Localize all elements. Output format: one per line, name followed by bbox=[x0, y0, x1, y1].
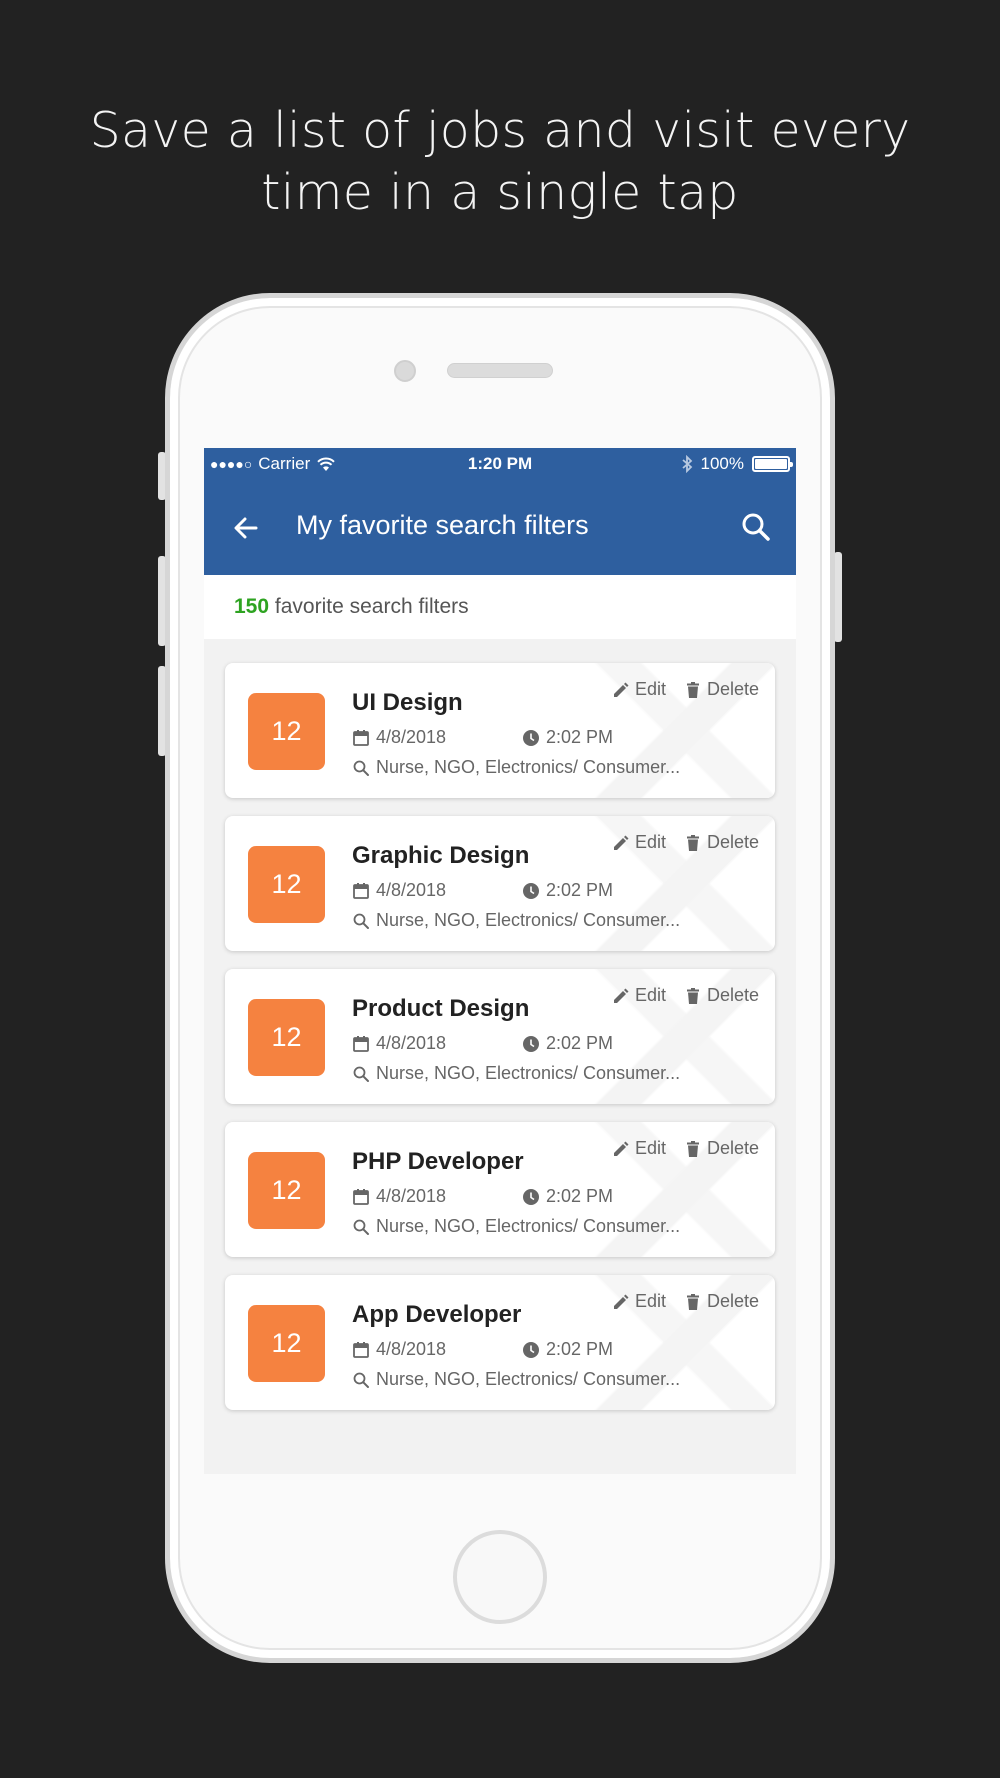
favorites-count: 150 bbox=[234, 595, 270, 618]
pencil-icon bbox=[613, 835, 629, 850]
edit-label: Edit bbox=[634, 679, 666, 699]
promo-headline-line-2: time in a single tap bbox=[261, 164, 739, 221]
search-icon bbox=[353, 1066, 369, 1082]
page-title: My favorite search filters bbox=[296, 510, 589, 540]
filter-keywords: Nurse, NGO, Electronics/ Consumer... bbox=[376, 1369, 681, 1389]
pencil-icon bbox=[613, 682, 629, 697]
delete-label: Delete bbox=[706, 679, 759, 699]
edit-button[interactable]: Edit bbox=[612, 985, 666, 1006]
calendar-icon bbox=[353, 1035, 369, 1052]
delete-button[interactable]: Delete bbox=[684, 1138, 759, 1159]
status-bar: ●●●●○ Carrier 1:20 PM 100% bbox=[204, 448, 796, 480]
search-icon bbox=[353, 1219, 369, 1235]
filter-date: 4/8/2018 bbox=[376, 1339, 447, 1359]
filter-keywords: Nurse, NGO, Electronics/ Consumer... bbox=[376, 1063, 681, 1083]
search-icon bbox=[353, 1372, 369, 1388]
phone-speaker bbox=[447, 363, 553, 378]
promo-headline: Save a list of jobs and visit every time… bbox=[0, 100, 1000, 224]
job-count-badge: 12 bbox=[248, 846, 325, 923]
phone-power-button bbox=[834, 552, 842, 642]
clock-icon bbox=[523, 729, 539, 746]
clock-icon bbox=[523, 1035, 539, 1052]
delete-button[interactable]: Delete bbox=[684, 985, 759, 1006]
battery-percentage: 100% bbox=[700, 454, 744, 473]
clock-icon bbox=[523, 882, 539, 899]
search-filter-card[interactable]: 12 Graphic Design Edit Delete 4/8/2018 2… bbox=[225, 816, 775, 951]
filter-keywords: Nurse, NGO, Electronics/ Consumer... bbox=[376, 757, 681, 777]
edit-label: Edit bbox=[634, 832, 666, 852]
favorites-count-bar: 150 favorite search filters bbox=[204, 575, 796, 639]
search-icon bbox=[353, 913, 369, 929]
trash-icon bbox=[686, 1293, 699, 1310]
edit-label: Edit bbox=[634, 985, 666, 1005]
battery-icon bbox=[752, 456, 793, 472]
trash-icon bbox=[686, 681, 699, 698]
app-bar: My favorite search filters bbox=[204, 480, 796, 575]
edit-button[interactable]: Edit bbox=[612, 1138, 666, 1159]
arrow-left-icon[interactable] bbox=[230, 512, 262, 544]
delete-label: Delete bbox=[706, 1138, 759, 1158]
filter-title: PHP Developer bbox=[352, 1148, 524, 1175]
battery-level-fill bbox=[755, 459, 787, 469]
clock-icon bbox=[523, 1341, 539, 1358]
filter-date: 4/8/2018 bbox=[376, 727, 447, 747]
job-count-badge: 12 bbox=[248, 999, 325, 1076]
edit-button[interactable]: Edit bbox=[612, 1291, 666, 1312]
filter-time: 2:02 PM bbox=[546, 727, 614, 747]
calendar-icon bbox=[353, 729, 369, 746]
filter-title: UI Design bbox=[352, 689, 463, 716]
phone-camera bbox=[394, 360, 416, 382]
search-filter-card[interactable]: 12 PHP Developer Edit Delete 4/8/2018 2:… bbox=[225, 1122, 775, 1257]
filter-time: 2:02 PM bbox=[546, 1186, 614, 1206]
calendar-icon bbox=[353, 882, 369, 899]
bluetooth-icon bbox=[681, 455, 692, 473]
filter-time: 2:02 PM bbox=[546, 1033, 614, 1053]
search-filter-card[interactable]: 12 App Developer Edit Delete 4/8/2018 2:… bbox=[225, 1275, 775, 1410]
pencil-icon bbox=[613, 1141, 629, 1156]
filter-keywords: Nurse, NGO, Electronics/ Consumer... bbox=[376, 1216, 681, 1236]
promo-headline-line-1: Save a list of jobs and visit every bbox=[89, 102, 911, 159]
delete-label: Delete bbox=[706, 1291, 759, 1311]
trash-icon bbox=[686, 834, 699, 851]
filter-title: Product Design bbox=[352, 995, 530, 1022]
filter-date: 4/8/2018 bbox=[376, 880, 447, 900]
phone-home-button[interactable] bbox=[453, 1530, 547, 1624]
edit-button[interactable]: Edit bbox=[612, 679, 666, 700]
job-count-badge: 12 bbox=[248, 1152, 325, 1229]
pencil-icon bbox=[613, 988, 629, 1003]
filter-date: 4/8/2018 bbox=[376, 1186, 447, 1206]
filter-keywords: Nurse, NGO, Electronics/ Consumer... bbox=[376, 910, 681, 930]
delete-label: Delete bbox=[706, 832, 759, 852]
search-icon bbox=[353, 760, 369, 776]
delete-button[interactable]: Delete bbox=[684, 1291, 759, 1312]
search-filter-card[interactable]: 12 Product Design Edit Delete 4/8/2018 2… bbox=[225, 969, 775, 1104]
edit-button[interactable]: Edit bbox=[612, 832, 666, 853]
trash-icon bbox=[686, 1140, 699, 1157]
filter-title: Graphic Design bbox=[352, 842, 530, 869]
search-icon[interactable] bbox=[740, 511, 772, 543]
favorites-count-label: favorite search filters bbox=[274, 595, 469, 618]
filter-time: 2:02 PM bbox=[546, 1339, 614, 1359]
job-count-badge: 12 bbox=[248, 1305, 325, 1382]
calendar-icon bbox=[353, 1341, 369, 1358]
edit-label: Edit bbox=[634, 1291, 666, 1311]
filter-time: 2:02 PM bbox=[546, 880, 614, 900]
clock-icon bbox=[523, 1188, 539, 1205]
search-filter-card[interactable]: 12 UI Design Edit Delete 4/8/2018 2:02 P… bbox=[225, 663, 775, 798]
filter-date: 4/8/2018 bbox=[376, 1033, 447, 1053]
pencil-icon bbox=[613, 1294, 629, 1309]
delete-label: Delete bbox=[706, 985, 759, 1005]
edit-label: Edit bbox=[634, 1138, 666, 1158]
job-count-badge: 12 bbox=[248, 693, 325, 770]
delete-button[interactable]: Delete bbox=[684, 832, 759, 853]
trash-icon bbox=[686, 987, 699, 1004]
calendar-icon bbox=[353, 1188, 369, 1205]
delete-button[interactable]: Delete bbox=[684, 679, 759, 700]
filter-title: App Developer bbox=[352, 1301, 522, 1328]
phone-screen: ●●●●○ Carrier 1:20 PM 100% My favorite s… bbox=[204, 448, 796, 1474]
